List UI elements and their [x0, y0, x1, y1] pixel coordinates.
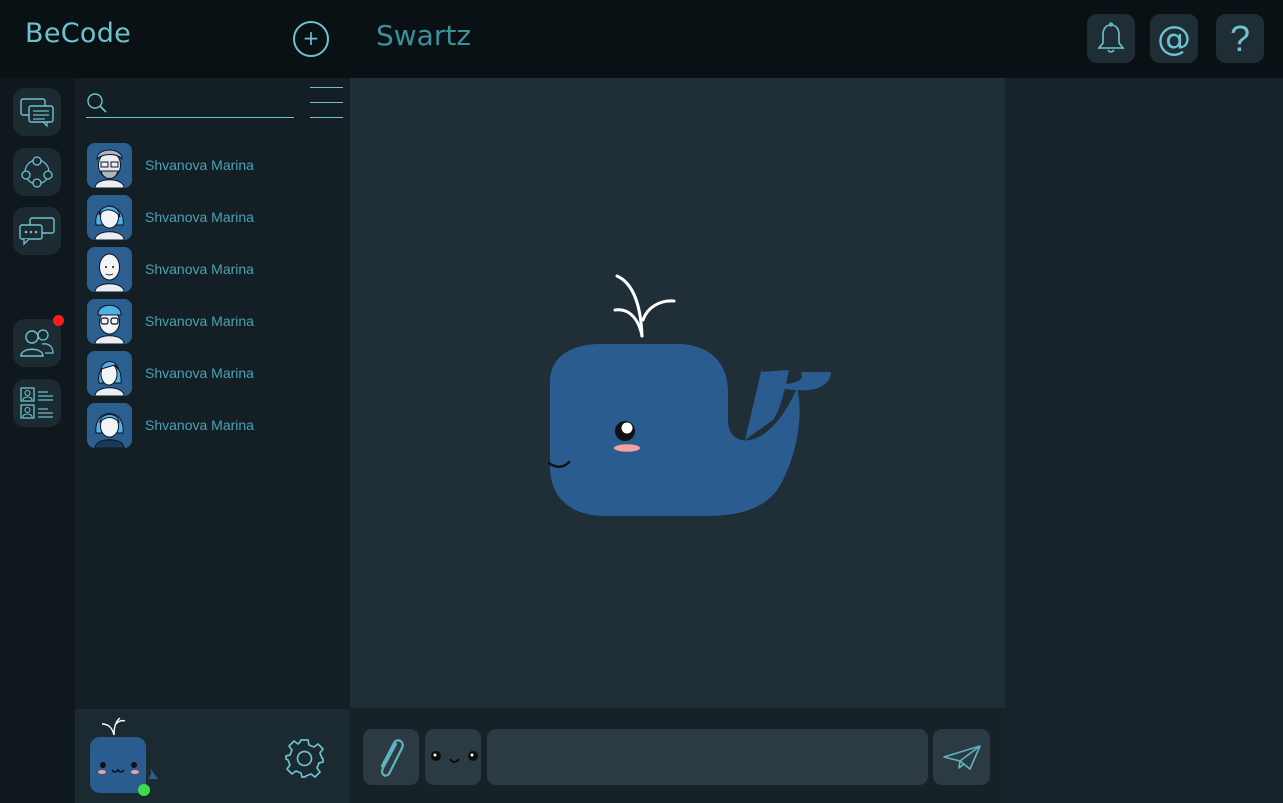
emoji-button[interactable]: [425, 729, 481, 785]
search-input[interactable]: [112, 92, 296, 116]
message-input[interactable]: [487, 729, 928, 785]
at-icon: @: [1157, 18, 1191, 59]
contact-name: Shvanova Marina: [145, 417, 254, 433]
menu-icon-line: [310, 117, 343, 118]
notifications-button[interactable]: [1087, 14, 1135, 63]
rail-groups-button[interactable]: [13, 148, 61, 196]
emoji-icon: [431, 751, 478, 763]
menu-icon-line: [310, 102, 343, 103]
rail-contacts-button[interactable]: [13, 319, 61, 367]
avatar: [87, 402, 132, 448]
mentions-button[interactable]: @: [1150, 14, 1198, 63]
whale-illustration: [547, 274, 831, 516]
help-button[interactable]: ?: [1216, 14, 1264, 63]
paperclip-icon: [380, 739, 404, 777]
add-button[interactable]: +: [293, 21, 329, 57]
app-brand: BeCode: [25, 18, 132, 49]
groups-icon: [21, 156, 53, 188]
contact-name: Shvanova Marina: [145, 157, 254, 173]
contact-name: Shvanova Marina: [145, 365, 254, 381]
contact-item[interactable]: Shvanova Marina: [87, 350, 337, 396]
chats-icon: [20, 98, 54, 128]
notification-dot: [53, 315, 64, 326]
search-underline: [86, 117, 294, 118]
contact-name: Shvanova Marina: [145, 261, 254, 277]
right-panel: [1005, 78, 1283, 803]
contact-item[interactable]: Shvanova Marina: [87, 246, 337, 292]
contact-item[interactable]: Shvanova Marina: [87, 298, 337, 344]
search-icon: [87, 93, 107, 113]
messages-icon: [19, 217, 55, 246]
rail-chats-button[interactable]: [13, 88, 61, 136]
directory-icon: [20, 387, 53, 419]
contact-item[interactable]: Shvanova Marina: [87, 194, 337, 240]
bell-icon: [1097, 22, 1125, 53]
rail-directory-button[interactable]: [13, 379, 61, 427]
avatar: [87, 246, 132, 292]
avatar: [87, 298, 132, 344]
online-status-dot: [138, 784, 150, 796]
contact-name: Shvanova Marina: [145, 313, 254, 329]
help-icon: ?: [1229, 17, 1251, 59]
avatar: [87, 142, 132, 188]
settings-icon[interactable]: [284, 738, 325, 779]
contacts-icon: [20, 329, 54, 357]
chat-title: Swartz: [376, 19, 472, 52]
rail-messages-button[interactable]: [13, 207, 61, 255]
menu-icon: [310, 87, 343, 88]
avatar: [87, 350, 132, 396]
contact-item[interactable]: Shvanova Marina: [87, 142, 337, 188]
contact-item[interactable]: Shvanova Marina: [87, 402, 337, 448]
attach-button[interactable]: [363, 729, 419, 785]
contact-name: Shvanova Marina: [145, 209, 254, 225]
send-button[interactable]: [933, 729, 990, 785]
contacts-menu-button[interactable]: [308, 86, 345, 120]
user-avatar[interactable]: [88, 713, 160, 797]
send-icon: [942, 745, 981, 770]
avatar: [87, 194, 132, 240]
